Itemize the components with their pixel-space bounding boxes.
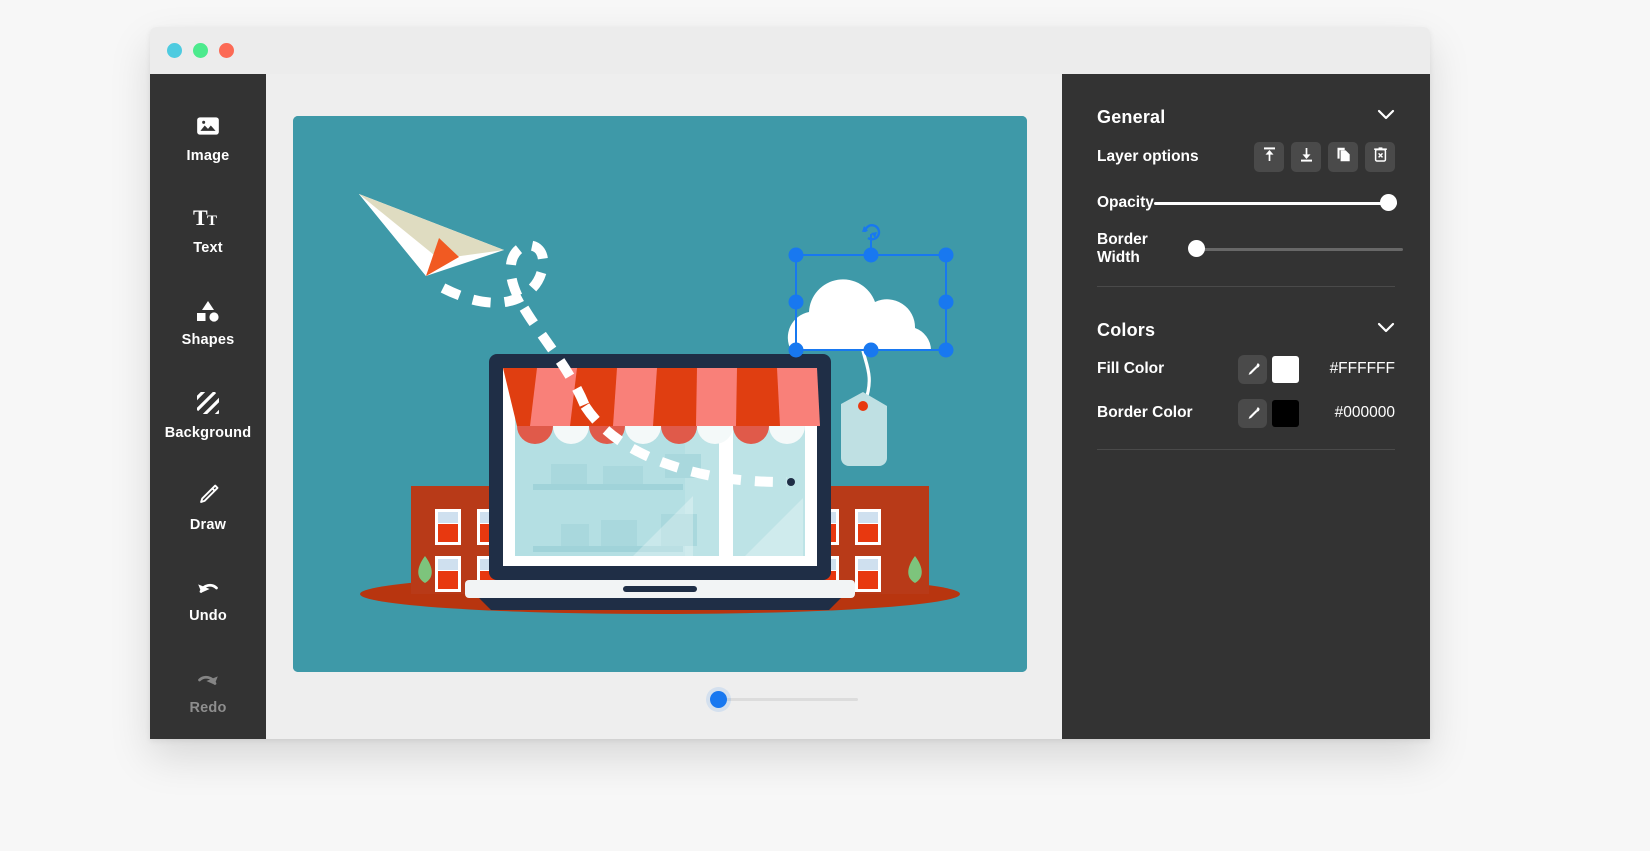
pencil-icon [195,482,221,508]
sidebar-item-label: Redo [189,700,226,716]
fill-color-hex[interactable]: #FFFFFF [1299,360,1395,378]
sidebar-item-label: Image [187,148,230,164]
undo-arrow-icon [194,577,222,599]
opacity-row: Opacity [1097,180,1395,226]
trash-x-icon [1372,146,1389,168]
layer-options-label: Layer options [1097,148,1199,166]
artboard[interactable] [293,116,1027,672]
colors-section-header[interactable]: Colors [1097,313,1395,347]
border-width-label: Border Width [1097,231,1191,267]
opacity-slider-track[interactable] [1154,202,1397,205]
duplicate-layer-button[interactable] [1328,142,1358,172]
sidebar-item-label: Shapes [182,332,235,348]
chevron-down-icon[interactable] [1377,108,1395,126]
border-width-slider[interactable] [1191,240,1395,258]
border-color-hex[interactable]: #000000 [1299,404,1395,422]
sidebar-item-undo[interactable]: Undo [150,554,266,646]
bring-to-front-button[interactable] [1254,142,1284,172]
canvas-area[interactable] [266,74,1062,739]
border-width-slider-thumb[interactable] [1188,240,1205,257]
eyedropper-icon[interactable] [1238,355,1267,384]
border-width-row: Border Width [1097,226,1395,272]
general-section-title: General [1097,107,1165,128]
window-body: Image TT Text Shapes Background [150,74,1430,739]
canvas-zoom-slider[interactable] [713,691,858,707]
shapes-icon [194,299,222,323]
delete-layer-button[interactable] [1365,142,1395,172]
sidebar-item-draw[interactable]: Draw [150,462,266,554]
redo-arrow-icon [194,669,222,691]
sidebar-item-shapes[interactable]: Shapes [150,277,266,369]
copy-icon [1335,146,1352,168]
border-color-swatch[interactable] [1272,400,1299,427]
colors-section-title: Colors [1097,320,1155,341]
sidebar-item-label: Draw [190,517,226,533]
arrow-up-to-line-icon [1261,146,1278,168]
layer-options-buttons [1254,142,1395,172]
title-bar [150,27,1430,74]
opacity-label: Opacity [1097,194,1154,212]
sidebar-item-image[interactable]: Image [150,92,266,184]
tool-sidebar: Image TT Text Shapes Background [150,74,266,739]
border-color-label: Border Color [1097,404,1238,422]
properties-panel: General Layer options [1062,74,1430,739]
general-section-header[interactable]: General [1097,100,1395,134]
arrow-down-to-line-icon [1298,146,1315,168]
fill-color-row: Fill Color #FFFFFF [1097,347,1395,391]
minimize-dot[interactable] [193,43,208,58]
background-icon [195,390,221,416]
image-icon [195,113,221,139]
close-dot[interactable] [167,43,182,58]
border-width-slider-track[interactable] [1191,248,1403,251]
chevron-down-icon[interactable] [1377,321,1395,339]
panel-divider-bottom [1097,449,1395,450]
online-shop-illustration [293,116,1027,672]
svg-text:T: T [193,205,208,230]
sidebar-item-background[interactable]: Background [150,369,266,461]
maximize-dot[interactable] [219,43,234,58]
send-to-back-button[interactable] [1291,142,1321,172]
sidebar-item-label: Undo [189,608,227,624]
zoom-slider-track[interactable] [713,698,858,701]
sidebar-item-label: Background [165,425,252,441]
sidebar-item-redo[interactable]: Redo [150,647,266,739]
fill-color-label: Fill Color [1097,360,1238,378]
application-window: Image TT Text Shapes Background [150,27,1430,739]
opacity-slider[interactable] [1154,194,1395,212]
svg-text:T: T [207,213,217,229]
zoom-slider-thumb[interactable] [710,691,727,708]
text-icon: TT [193,205,223,231]
sidebar-item-text[interactable]: TT Text [150,184,266,276]
layer-options-row: Layer options [1097,134,1395,180]
fill-color-swatch[interactable] [1272,356,1299,383]
sidebar-item-label: Text [193,240,223,256]
panel-divider [1097,286,1395,287]
eyedropper-icon[interactable] [1238,399,1267,428]
opacity-slider-thumb[interactable] [1380,194,1397,211]
border-color-row: Border Color #000000 [1097,391,1395,435]
